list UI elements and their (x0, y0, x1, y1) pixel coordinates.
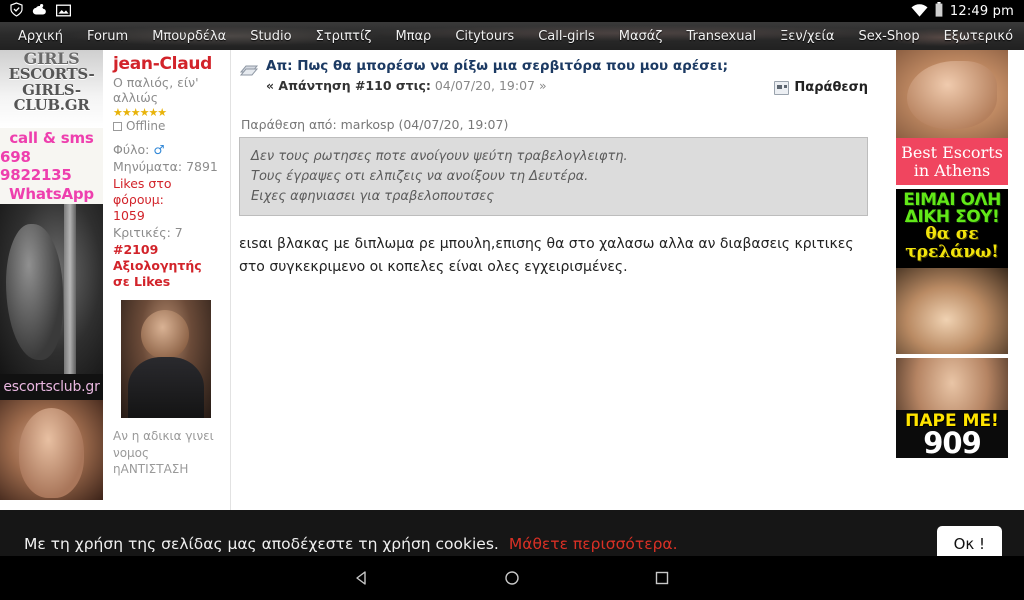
quote-text: Δεν τους ρωτησες ποτε ανοίγουν ψεύτη τρα… (239, 137, 868, 217)
screen: 12:49 pm Αρχική Forum Μπουρδέλα Studio Σ… (0, 0, 1024, 600)
author-rating-stars: ★★★★★★ (113, 106, 167, 120)
shield-check-icon (10, 1, 23, 21)
author-messages-count: Μηνύματα: 7891 (113, 159, 218, 175)
message-icon (239, 61, 259, 81)
left-ad-photo-bottom[interactable] (0, 400, 103, 500)
post-subject[interactable]: Απ: Πως θα μπορέσω να ρίξω μια σερβιτόρα… (266, 58, 728, 75)
nav-item-ksenodoxeia[interactable]: Ξεν/χεία (768, 29, 846, 44)
quote-button[interactable]: Παράθεση (774, 58, 868, 95)
status-bar-clock: 12:49 pm (949, 3, 1014, 19)
right-ad-3-line2: 909 (923, 426, 982, 458)
right-ad-1-photo (896, 50, 1008, 138)
author-likes-value: 1059 (113, 208, 145, 224)
nav-item-citytours[interactable]: Citytours (443, 29, 526, 44)
battery-icon (935, 1, 943, 21)
left-ad-contact[interactable]: call & sms 698 9822135 WhatsApp (0, 128, 103, 204)
right-ad-2-photo (896, 268, 1008, 354)
left-ad-photo-top[interactable] (0, 204, 103, 374)
quote-icon (774, 80, 790, 95)
quote-button-label: Παράθεση (794, 80, 868, 95)
author-username[interactable]: jean-Claud (113, 55, 222, 74)
cookie-learn-more-link[interactable]: Μάθετε περισσότερα. (509, 535, 678, 553)
nav-item-sex-shop[interactable]: Sex-Shop (846, 29, 931, 44)
nav-item-mpourdela[interactable]: Μπουρδέλα (140, 29, 238, 44)
right-ad-eimai-oli[interactable]: ΕΙΜΑΙ ΟΛΗ ΔΙΚΗ ΣΟΥ! θα σε τρελάνω! (896, 189, 1008, 354)
right-ad-1-banner: Best Escorts in Athens (896, 138, 1008, 185)
page-content: GIRLS ESCORTS- GIRLS- CLUB.GR call & sms… (0, 50, 1024, 578)
nav-item-mpar[interactable]: Μπαρ (383, 29, 443, 44)
nav-item-arxiki[interactable]: Αρχική (6, 29, 75, 44)
offline-indicator-icon (113, 121, 122, 131)
right-ad-pare-me[interactable]: ΠΑΡΕ ΜΕ! 909 (896, 358, 1008, 458)
post-author-panel: jean-Claud Ο παλιός, είν' αλλιώς ★★★★★★ … (103, 50, 231, 578)
android-status-bar: 12:49 pm (0, 0, 1024, 22)
right-ad-1-line1: Best Escorts (901, 142, 1003, 162)
nav-item-eksoteriko[interactable]: Εξωτερικό (932, 29, 1024, 44)
nav-item-striptiz[interactable]: Στριπτίζ (304, 29, 384, 44)
male-icon: ♂ (153, 142, 165, 158)
right-ad-2-line4: τρελάνω! (905, 241, 999, 262)
nav-item-transexual[interactable]: Transexual (674, 29, 768, 44)
photo-icon (55, 2, 72, 21)
android-navigation-bar (0, 556, 1024, 600)
author-online-status: Offline (113, 119, 222, 133)
left-ad-call-label: call & sms (9, 129, 94, 147)
left-ad-phone: 698 9822135 (0, 148, 72, 184)
left-ad-logo[interactable]: GIRLS ESCORTS- GIRLS- CLUB.GR (0, 50, 103, 128)
post-body-text: ειsαι βλακας με διπλωμα ρε μπουλη,επισης… (239, 236, 854, 275)
nav-item-forum[interactable]: Forum (75, 29, 140, 44)
home-icon[interactable] (501, 567, 523, 589)
cookie-banner-text: Με τη χρήση της σελίδας μας αποδέχεστε τ… (24, 535, 499, 553)
left-ad-whatsapp: WhatsApp (9, 185, 94, 203)
nav-item-call-girls[interactable]: Call-girls (526, 29, 607, 44)
wifi-icon (911, 2, 928, 21)
quote-block: Παράθεση από: markosp (04/07/20, 19:07) … (239, 117, 868, 217)
author-signature: Αν η αδικια γινει νομος ηΑΝΤΙΣΤΑΣΗ (113, 429, 214, 476)
quote-attribution[interactable]: Παράθεση από: markosp (04/07/20, 19:07) (239, 117, 868, 132)
site-navigation-bar: Αρχική Forum Μπουρδέλα Studio Στριπτίζ Μ… (0, 22, 1024, 50)
nav-item-masaz[interactable]: Μασάζ (607, 29, 675, 44)
cloud-icon (32, 2, 47, 21)
avatar[interactable] (121, 300, 211, 419)
left-ad-rail[interactable]: GIRLS ESCORTS- GIRLS- CLUB.GR call & sms… (0, 50, 103, 578)
post-reply-number: « Απάντηση #110 στις: (266, 77, 431, 93)
post-date: 04/07/20, 19:07 » (434, 77, 547, 93)
author-status-label: Offline (126, 119, 166, 134)
post-content-panel: Απ: Πως θα μπορέσω να ρίξω μια σερβιτόρα… (231, 50, 880, 578)
right-ad-3-strip: ΠΑΡΕ ΜΕ! 909 (896, 410, 1008, 458)
author-title: Ο παλιός, είν' αλλιώς (113, 74, 199, 106)
author-rank-title: Αξιολογητής σε Likes (113, 257, 202, 290)
left-ad-logo-line3: CLUB.GR (13, 95, 90, 114)
nav-item-studio[interactable]: Studio (238, 29, 303, 44)
quote-line-1: Δεν τους ρωτησες ποτε ανοίγουν ψεύτη τρα… (251, 149, 628, 164)
post-meta: « Απάντηση #110 στις: 04/07/20, 19:07 » (266, 78, 728, 93)
browser-page: Αρχική Forum Μπουρδέλα Studio Στριπτίζ Μ… (0, 22, 1024, 578)
author-reviews-count: Κριτικές: 7 (113, 225, 183, 241)
right-ad-1-line2: in Athens (913, 160, 991, 180)
quote-line-3: Ειχες αφηνιασει για τραβελοπουτσες (251, 188, 494, 204)
author-rank-id: #2109 (113, 241, 159, 257)
author-likes-label: Likes στο φόρουμ: (113, 175, 172, 207)
author-gender-label: Φύλο: (113, 142, 150, 158)
right-ad-best-escorts[interactable]: Best Escorts in Athens (896, 50, 1008, 185)
status-bar-notification-icons (10, 1, 72, 21)
author-gender: Φύλο: ♂ (113, 142, 222, 158)
left-ad-url[interactable]: escortsclub.gr (0, 374, 103, 400)
quote-line-2: Τους έγραψες οτι ελπιζεις να ανοίξουν τη… (251, 168, 589, 184)
back-icon[interactable] (351, 567, 373, 589)
status-bar-system-icons: 12:49 pm (911, 1, 1014, 21)
post-header: Απ: Πως θα μπορέσω να ρίξω μια σερβιτόρα… (239, 58, 868, 95)
right-ad-rail: Best Escorts in Athens ΕΙΜΑΙ ΟΛΗ ΔΙΚΗ ΣΟ… (880, 50, 1024, 578)
recents-icon[interactable] (651, 567, 673, 589)
